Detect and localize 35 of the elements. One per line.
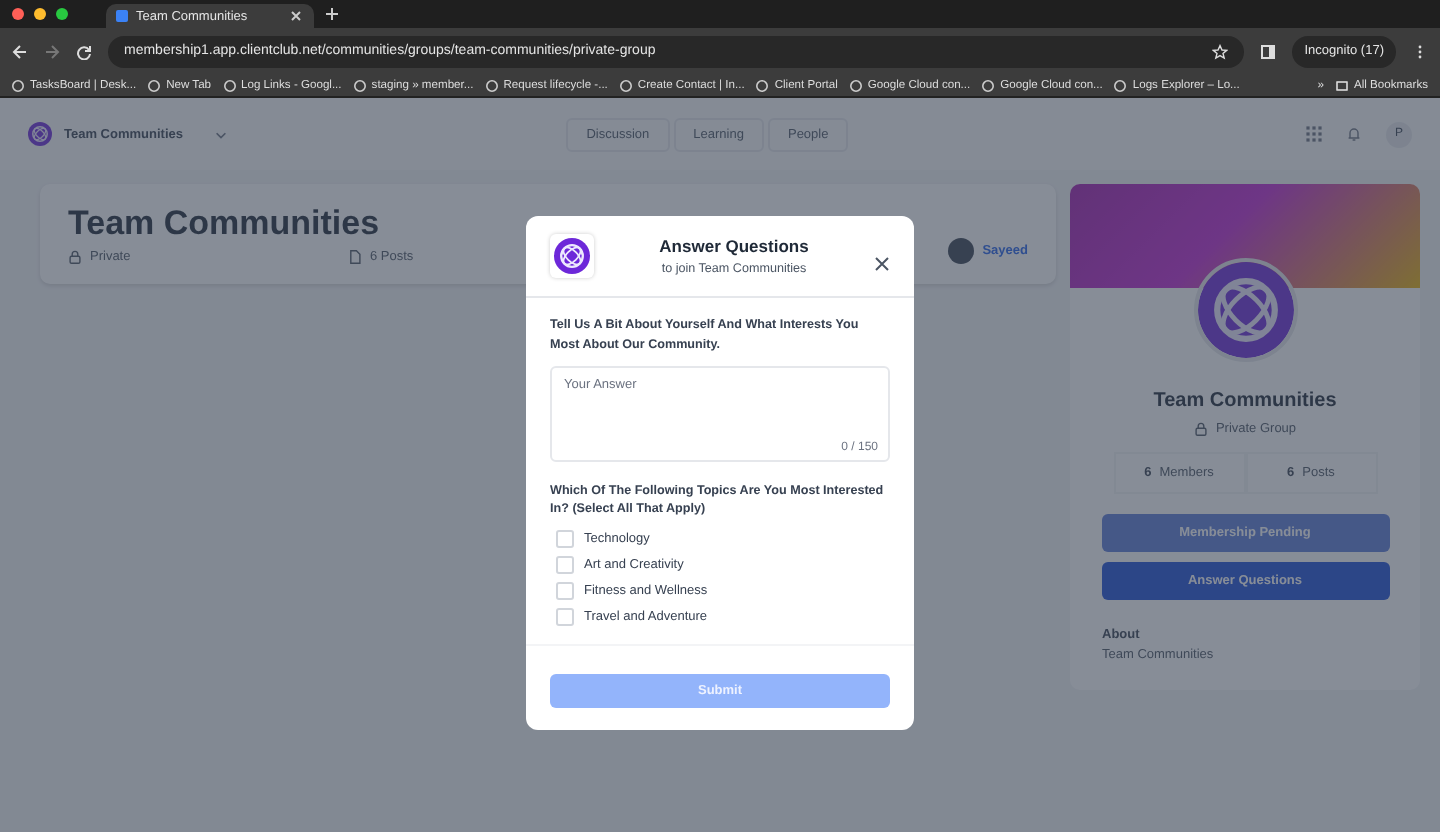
globe-icon [148, 79, 161, 91]
window-close-button[interactable] [12, 8, 24, 20]
globe-icon [223, 79, 236, 91]
star-icon[interactable] [1212, 43, 1229, 59]
globe-icon [982, 79, 995, 91]
dialog-title: Answer Questions [657, 236, 811, 256]
close-icon[interactable] [288, 8, 304, 24]
side-panel-icon[interactable] [1260, 43, 1277, 59]
globe-icon [12, 79, 24, 91]
checkbox[interactable] [556, 556, 574, 574]
folder-icon [1335, 79, 1348, 91]
community-logo-icon [550, 234, 594, 278]
checkbox[interactable] [556, 582, 574, 600]
globe-icon [756, 79, 769, 91]
back-icon[interactable] [12, 43, 28, 59]
globe-icon [849, 79, 862, 91]
community-logo-icon [28, 122, 52, 146]
document-icon [348, 250, 362, 264]
reload-icon[interactable] [76, 43, 92, 59]
member-avatar [948, 238, 975, 264]
window-minimize-button[interactable] [34, 8, 46, 20]
window-zoom-button[interactable] [56, 8, 68, 20]
checkbox[interactable] [556, 608, 574, 626]
group-title: Team Communities [68, 204, 382, 244]
globe-icon [353, 79, 366, 91]
forward-icon[interactable] [44, 43, 60, 59]
globe-icon [1114, 79, 1127, 91]
lock-icon [1193, 422, 1208, 436]
community-logo-icon [1193, 258, 1297, 362]
checkbox[interactable] [556, 530, 574, 548]
group-title: Team Communities [1151, 390, 1339, 412]
new-tab-icon[interactable] [324, 6, 340, 22]
globe-icon [485, 79, 498, 91]
globe-icon [619, 79, 632, 91]
lock-icon [68, 250, 82, 264]
